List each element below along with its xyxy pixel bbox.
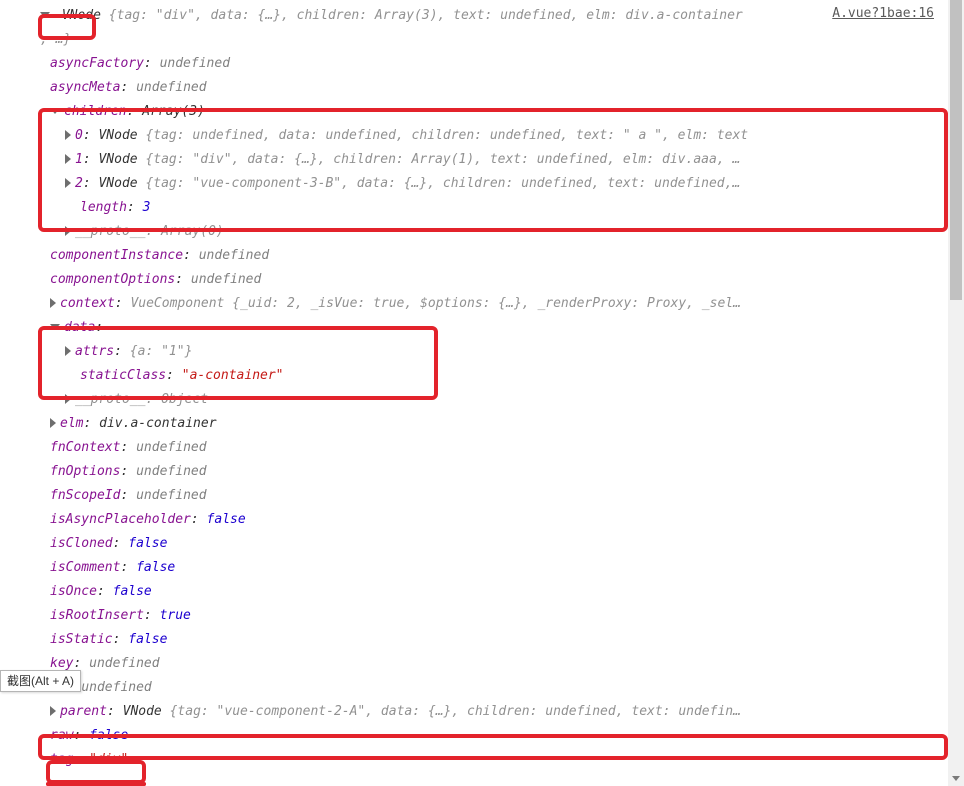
vnode-root-line[interactable]: VNode {tag: "div", data: {…}, children: …	[0, 4, 964, 28]
children-item-1[interactable]: 1: VNode {tag: "div", data: {…}, childre…	[0, 148, 964, 172]
prop-isRootInsert[interactable]: isRootInsert: true	[0, 604, 964, 628]
prop-children[interactable]: children: Array(3)	[0, 100, 964, 124]
prop-parent[interactable]: parent: VNode {tag: "vue-component-2-A",…	[0, 700, 964, 724]
children-proto[interactable]: __proto__: Array(0)	[0, 220, 964, 244]
vnode-type: VNode	[62, 8, 101, 23]
expand-arrow-icon[interactable]	[65, 130, 71, 140]
expand-arrow-icon[interactable]	[65, 394, 71, 404]
expand-arrow-icon[interactable]	[50, 706, 56, 716]
scrollbar-thumb[interactable]	[950, 0, 962, 300]
expand-arrow-icon[interactable]	[50, 298, 56, 308]
prop-isComment[interactable]: isComment: false	[0, 556, 964, 580]
expand-arrow-icon[interactable]	[50, 324, 60, 330]
prop-data[interactable]: data:	[0, 316, 964, 340]
prop-fnScopeId[interactable]: fnScopeId: undefined	[0, 484, 964, 508]
prop-fnContext[interactable]: fnContext: undefined	[0, 436, 964, 460]
prop-isAsyncPlaceholder[interactable]: isAsyncPlaceholder: false	[0, 508, 964, 532]
vnode-summary: tag: "div", data: {…}, children: Array(3…	[117, 8, 743, 23]
data-staticClass[interactable]: staticClass: "a-container"	[0, 364, 964, 388]
console-output: A.vue?1bae:16 VNode {tag: "div", data: {…	[0, 0, 964, 776]
expand-arrow-icon[interactable]	[65, 154, 71, 164]
prop-ns[interactable]: ns: undefined	[0, 676, 964, 700]
children-length[interactable]: length: 3	[0, 196, 964, 220]
data-proto[interactable]: __proto__: Object	[0, 388, 964, 412]
prop-raw[interactable]: raw: false	[0, 724, 964, 748]
prop-asyncFactory[interactable]: asyncFactory: undefined	[0, 52, 964, 76]
prop-isOnce[interactable]: isOnce: false	[0, 580, 964, 604]
prop-isCloned[interactable]: isCloned: false	[0, 532, 964, 556]
prop-componentInstance[interactable]: componentInstance: undefined	[0, 244, 964, 268]
prop-asyncMeta[interactable]: asyncMeta: undefined	[0, 76, 964, 100]
expand-arrow-icon[interactable]	[65, 178, 71, 188]
scrollbar-down-button[interactable]	[948, 770, 964, 786]
prop-context[interactable]: context: VueComponent {_uid: 2, _isVue: …	[0, 292, 964, 316]
prop-fnOptions[interactable]: fnOptions: undefined	[0, 460, 964, 484]
prop-key[interactable]: key: undefined	[0, 652, 964, 676]
vertical-scrollbar[interactable]	[948, 0, 964, 786]
expand-arrow-icon[interactable]	[65, 346, 71, 356]
prop-isStatic[interactable]: isStatic: false	[0, 628, 964, 652]
vnode-summary-close: , …}	[0, 28, 964, 52]
children-item-0[interactable]: 0: VNode {tag: undefined, data: undefine…	[0, 124, 964, 148]
prop-componentOptions[interactable]: componentOptions: undefined	[0, 268, 964, 292]
expand-arrow-icon[interactable]	[50, 418, 56, 428]
prop-elm[interactable]: elm: div.a-container	[0, 412, 964, 436]
expand-arrow-icon[interactable]	[40, 12, 50, 18]
data-attrs[interactable]: attrs: {a: "1"}	[0, 340, 964, 364]
prop-tag[interactable]: tag: "div"	[0, 748, 964, 772]
expand-arrow-icon[interactable]	[50, 108, 60, 114]
highlight-box-tag	[46, 782, 146, 786]
children-item-2[interactable]: 2: VNode {tag: "vue-component-3-B", data…	[0, 172, 964, 196]
screenshot-tooltip: 截图(Alt + A)	[0, 670, 81, 692]
expand-arrow-icon[interactable]	[65, 226, 71, 236]
